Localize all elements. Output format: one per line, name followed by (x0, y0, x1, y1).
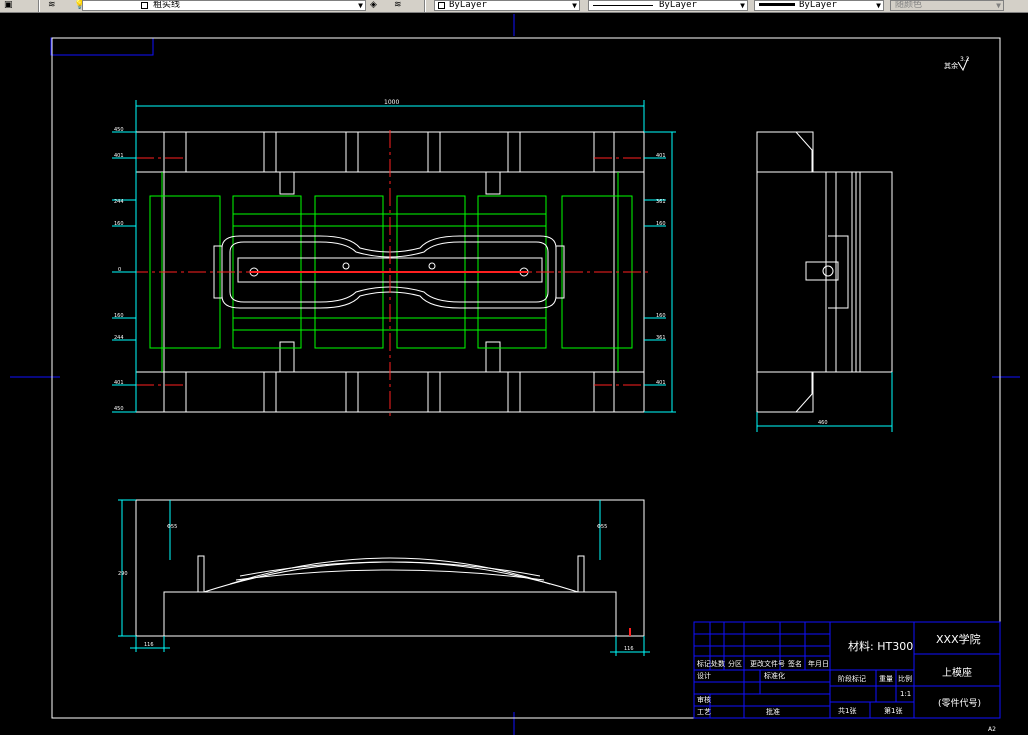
plotstyle-dropdown: 随颜色 ▼ (890, 0, 1004, 11)
right-dimension-labels: 401 361 160 160 361 401 (656, 153, 666, 386)
layer-previous-icon[interactable]: ≋ (394, 0, 402, 10)
material-label: 材料: HT300 (848, 639, 913, 653)
front-height-dim-text: 290 (118, 571, 128, 577)
stage-label: 阶段标记 (838, 674, 866, 683)
part-code: (零件代号) (938, 697, 981, 709)
top-view-centerlines (130, 130, 650, 420)
sheet-size-label: A2 (988, 726, 996, 733)
toolbar-separator (424, 0, 426, 12)
dim-label: 361 (656, 335, 666, 341)
roughness-value: 3.2 (960, 56, 970, 63)
linetype-preview (593, 5, 653, 6)
school-name: XXX学院 (936, 632, 981, 646)
chevron-down-icon: ▼ (996, 1, 1001, 10)
dim-label: 401 (656, 380, 666, 386)
header-zone: 分区 (728, 659, 742, 668)
chevron-down-icon: ▼ (572, 1, 577, 10)
top-overall-dim-text: 1000 (384, 99, 399, 106)
dim-label: 160 (656, 313, 666, 319)
top-view: 1000 450 401 244 160 0 160 244 401 450 4… (112, 99, 676, 420)
front-left-vert-text: Φ55 (167, 524, 177, 530)
standardize-label: 标准化 (764, 671, 785, 680)
linetype-dropdown[interactable]: ByLayer ▼ (588, 0, 748, 11)
dim-label: 361 (656, 199, 666, 205)
side-width-dim-text: 460 (818, 420, 828, 426)
dim-label: 401 (656, 153, 666, 159)
color-swatch (438, 2, 445, 9)
part-name: 上模座 (942, 666, 972, 679)
plotstyle-dropdown-value: 随颜色 (895, 0, 923, 10)
dim-label: 244 (114, 335, 124, 341)
left-dimension-lines (112, 131, 137, 413)
linetype-dropdown-value: ByLayer (659, 0, 697, 10)
layers-icon[interactable]: ≋ (48, 0, 56, 10)
lineweight-dropdown[interactable]: ByLayer ▼ (754, 0, 884, 11)
total-sheets: 共1张 (838, 706, 856, 715)
header-signature: 签名 (788, 659, 802, 668)
toolbar-separator (38, 0, 40, 12)
weight-label: 重量 (879, 675, 893, 683)
layer-dropdown[interactable]: 粗实线 ▼ (82, 0, 366, 11)
color-dropdown-value: ByLayer (449, 0, 487, 10)
chevron-down-icon: ▼ (740, 1, 745, 10)
roughness-prefix: 其余 (944, 61, 958, 70)
dim-label: 160 (656, 221, 666, 227)
scale-label: 比例 (898, 674, 912, 683)
dim-label: 401 (114, 153, 124, 159)
lineweight-preview (759, 3, 795, 6)
dim-label: 450 (114, 127, 124, 133)
header-count: 处数 (711, 659, 725, 668)
dim-label: 160 (114, 313, 124, 319)
approve-label: 批准 (766, 707, 780, 716)
dim-label: 160 (114, 221, 124, 227)
color-dropdown[interactable]: ByLayer ▼ (434, 0, 580, 11)
process-label: 工艺 (697, 708, 711, 716)
surface-roughness-note: 其余 3.2 (944, 56, 970, 72)
right-dimension-lines (644, 131, 676, 413)
front-view: 290 116 116 Φ55 Φ55 (118, 499, 650, 656)
sheet-border (51, 37, 1001, 719)
review-label: 审核 (697, 695, 711, 704)
header-change-doc: 更改文件号 (750, 659, 785, 668)
left-dimension-labels: 450 401 244 160 0 160 244 401 450 (114, 127, 124, 412)
front-left-dim-text: 116 (144, 642, 154, 648)
lineweight-dropdown-value: ByLayer (799, 0, 837, 10)
dim-label: 401 (114, 380, 124, 386)
layer-dropdown-value: 粗实线 (153, 0, 181, 10)
layer-manager-icon[interactable]: ▣ (4, 0, 13, 10)
drawing-canvas[interactable]: 其余 3.2 1000 450 401 244 160 0 160 244 40… (0, 12, 1028, 735)
dim-label: 450 (114, 406, 124, 412)
front-right-vert-text: Φ55 (597, 524, 607, 530)
title-block: 材料: HT300 XXX学院 上模座 (零件代号) A2 标记 处数 分区 更… (693, 621, 1001, 733)
dim-label: 244 (114, 199, 124, 205)
header-date: 年月日 (808, 659, 829, 668)
header-mark: 标记 (697, 659, 711, 668)
side-view: 460 (756, 131, 893, 432)
sheet-center-marks (10, 14, 1020, 735)
front-right-dim-text: 116 (624, 646, 634, 652)
scale-value: 1:1 (900, 690, 911, 698)
layer-color-swatch (141, 2, 148, 9)
dim-label: 0 (118, 267, 121, 273)
design-label: 设计 (697, 671, 711, 680)
chevron-down-icon: ▼ (358, 1, 363, 10)
sheet-number: 第1张 (884, 706, 902, 715)
make-object-layer-current-icon[interactable]: ◈ (370, 0, 377, 10)
chevron-down-icon: ▼ (876, 1, 881, 10)
